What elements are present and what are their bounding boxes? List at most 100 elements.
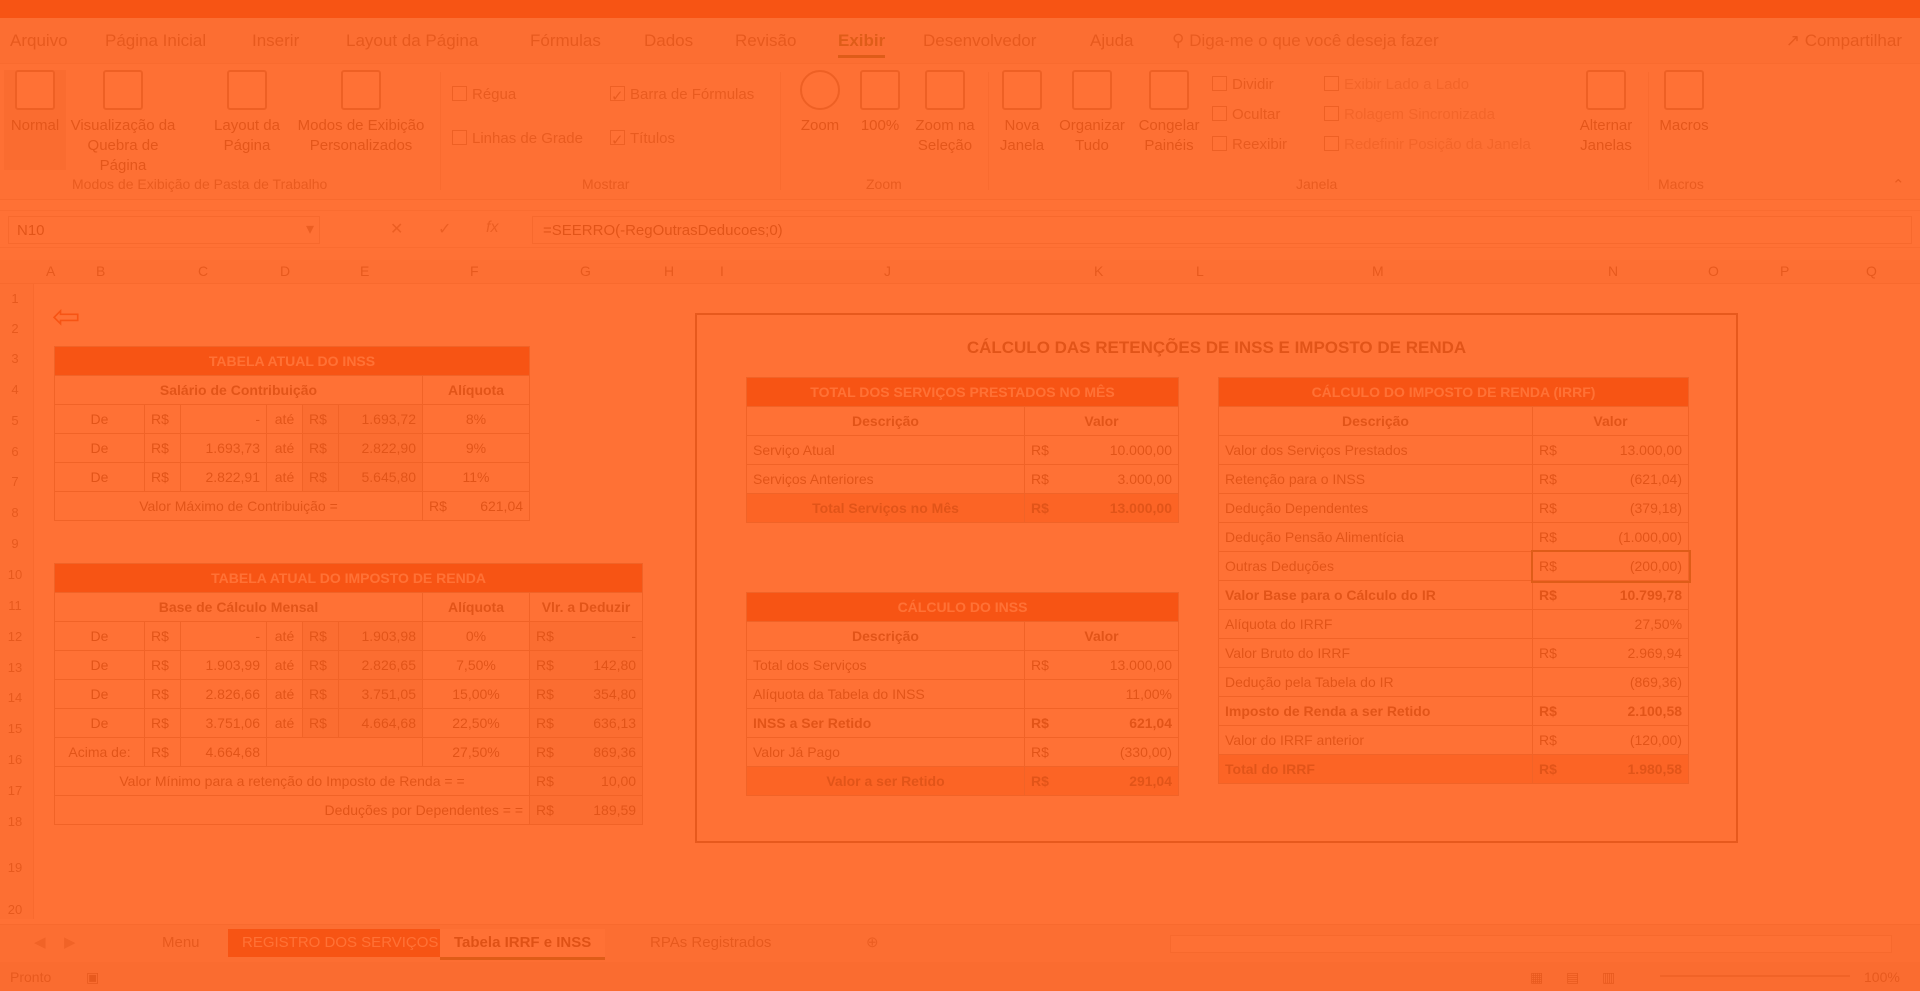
cell[interactable]: 2.826,65 [338, 650, 423, 680]
tab-arquivo[interactable]: Arquivo [10, 31, 68, 51]
cell[interactable]: R$ [302, 621, 339, 651]
cell[interactable]: 4.664,68 [180, 737, 267, 767]
row-header[interactable]: 13 [0, 660, 30, 675]
page-layout-icon[interactable]: ▤ [1566, 969, 1579, 986]
cell[interactable]: Dedução Pensão Alimentícia [1218, 522, 1533, 552]
cell[interactable]: De [54, 708, 145, 738]
cell[interactable]: R$ [144, 737, 181, 767]
side-by-side-button[interactable]: Exibir Lado a Lado [1324, 76, 1469, 93]
cell[interactable]: R$ 636,13 [528, 708, 644, 738]
cell[interactable]: 1.903,99 [180, 650, 267, 680]
cell[interactable]: De [54, 404, 145, 434]
cell[interactable]: R$ 10,00 [528, 766, 644, 796]
cell[interactable]: 5.645,80 [338, 462, 423, 492]
insert-function-icon[interactable]: fx [486, 219, 498, 237]
cell[interactable]: 11,00% [1023, 679, 1180, 709]
cell[interactable]: R$ [144, 404, 181, 434]
row-header[interactable]: 14 [0, 690, 30, 705]
normal-view-icon[interactable]: ▦ [1530, 969, 1543, 986]
column-header[interactable]: A [46, 263, 55, 279]
zoom-button[interactable]: Zoom [790, 70, 850, 136]
row-header[interactable]: 12 [0, 629, 30, 644]
headings-checkbox[interactable]: ✓ Títulos [610, 130, 675, 149]
cell[interactable]: Valor Já Pago [746, 737, 1025, 767]
cell[interactable]: 9% [421, 433, 531, 463]
cell[interactable]: até [266, 708, 303, 738]
row-header[interactable]: 18 [0, 814, 30, 829]
macros-button[interactable]: Macros [1654, 70, 1714, 136]
row-header[interactable]: 7 [0, 474, 30, 489]
cell[interactable]: Retenção para o INSS [1218, 464, 1533, 494]
collapse-ribbon-icon[interactable]: ⌃ [1892, 176, 1905, 194]
macro-record-icon[interactable]: ▣ [86, 969, 99, 986]
cell[interactable]: R$ 13.000,00 [1023, 650, 1180, 680]
new-window-button[interactable]: Nova Janela [996, 70, 1048, 156]
cell[interactable]: R$ [144, 708, 181, 738]
column-header[interactable]: Q [1866, 263, 1877, 279]
cell[interactable]: Total dos Serviços [746, 650, 1025, 680]
column-header[interactable]: N [1608, 263, 1618, 279]
sync-scroll-button[interactable]: Rolagem Sincronizada [1324, 106, 1495, 123]
tab-scroll-right-icon[interactable]: ▶ [50, 929, 90, 957]
cell[interactable]: R$ [144, 679, 181, 709]
tab-revisao[interactable]: Revisão [735, 31, 796, 51]
zoom-100-button[interactable]: 100% [854, 70, 906, 136]
tab-exibir[interactable]: Exibir [838, 31, 886, 58]
tab-layout[interactable]: Layout da Página [346, 31, 478, 51]
cell[interactable]: R$ 10.799,78 [1531, 580, 1690, 610]
column-header[interactable]: O [1708, 263, 1719, 279]
row-header[interactable]: 9 [0, 536, 30, 551]
enter-icon[interactable]: ✓ [438, 219, 451, 239]
column-header[interactable]: H [664, 263, 674, 279]
page-break-preview-button[interactable]: Visualização da Quebra de Página [70, 70, 176, 176]
cell[interactable]: R$ 10.000,00 [1023, 435, 1180, 465]
cell[interactable]: 3.751,05 [338, 679, 423, 709]
add-sheet-icon[interactable]: ⊕ [852, 929, 893, 957]
cell[interactable]: Valor Máximo de Contribuição = [54, 491, 423, 521]
cell[interactable]: R$ - [528, 621, 644, 651]
cell[interactable]: De [54, 462, 145, 492]
switch-windows-button[interactable]: Alternar Janelas [1570, 70, 1642, 156]
cell[interactable]: até [266, 679, 303, 709]
cell[interactable]: Outras Deduções [1218, 551, 1533, 581]
cell[interactable]: R$ [302, 404, 339, 434]
row-header[interactable]: 11 [0, 598, 30, 613]
cell[interactable]: R$ 13.000,00 [1023, 493, 1180, 523]
cell[interactable]: 27,50% [422, 737, 530, 767]
row-header[interactable]: 20 [0, 902, 30, 917]
cell[interactable]: - [180, 404, 267, 434]
column-header[interactable]: L [1196, 263, 1204, 279]
cell[interactable]: INSS a Ser Retido [746, 708, 1025, 738]
cell[interactable]: R$ 354,80 [528, 679, 644, 709]
cell[interactable]: 1.693,73 [180, 433, 267, 463]
cell[interactable]: R$ 3.000,00 [1023, 464, 1180, 494]
cell[interactable]: R$ (330,00) [1023, 737, 1180, 767]
back-arrow-icon[interactable]: ⇦ [52, 300, 96, 334]
cell[interactable]: Serviço Atual [746, 435, 1025, 465]
cell[interactable]: R$ 2.100,58 [1531, 696, 1690, 726]
sheet-tab-rpas[interactable]: RPAs Registrados [636, 929, 785, 957]
cell[interactable]: R$ [144, 650, 181, 680]
cell[interactable]: 27,50% [1531, 609, 1690, 639]
cell[interactable]: Total Serviços no Mês [746, 493, 1025, 523]
zoom-selection-button[interactable]: Zoom na Seleção [910, 70, 980, 156]
selected-cell[interactable]: R$ (200,00) [1530, 549, 1691, 583]
row-header[interactable]: 16 [0, 752, 30, 767]
cell[interactable]: De [54, 650, 145, 680]
column-header[interactable]: K [1094, 263, 1103, 279]
cell[interactable]: até [266, 404, 303, 434]
column-header[interactable]: F [470, 263, 479, 279]
cell[interactable]: R$ [144, 621, 181, 651]
page-break-icon[interactable]: ▥ [1602, 969, 1615, 986]
column-header[interactable]: E [360, 263, 369, 279]
cell[interactable]: R$ [302, 462, 339, 492]
formula-bar-checkbox[interactable]: ✓ Barra de Fórmulas [610, 86, 754, 105]
cell[interactable]: - [180, 621, 267, 651]
cell[interactable]: Deduções por Dependentes = = [54, 795, 530, 825]
cell[interactable]: R$ 621,04 [421, 491, 531, 521]
cell[interactable]: 2.822,91 [180, 462, 267, 492]
row-header[interactable]: 2 [0, 321, 30, 336]
horizontal-scrollbar[interactable] [1170, 935, 1892, 953]
cell[interactable]: 2.826,66 [180, 679, 267, 709]
hide-button[interactable]: Ocultar [1212, 106, 1280, 123]
